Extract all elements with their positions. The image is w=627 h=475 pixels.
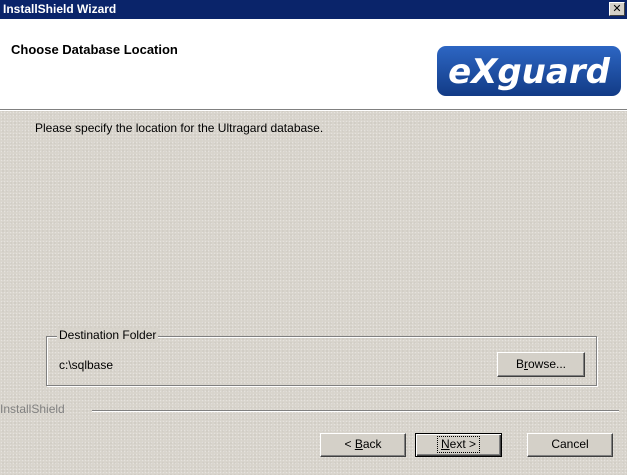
destination-path: c:\sqlbase [59,358,114,372]
page-title: Choose Database Location [11,42,178,57]
logo-text: eXguard [448,52,611,92]
close-icon: ✕ [612,3,622,15]
destination-folder-group: Destination Folder c:\sqlbase Browse... [46,328,597,386]
cancel-button[interactable]: Cancel [527,433,613,457]
destination-folder-label: Destination Folder [57,328,159,342]
window-title: InstallShield Wizard [3,2,117,16]
close-button[interactable]: ✕ [609,2,625,16]
installshield-brand-label: InstallShield [0,402,65,416]
wizard-header: Choose Database Location eXguard [0,19,627,109]
instruction-text: Please specify the location for the Ultr… [35,121,324,135]
browse-button[interactable]: Browse... [497,352,585,377]
title-bar: InstallShield Wizard ✕ [0,0,627,19]
footer-divider [92,410,619,412]
wizard-body: Please specify the location for the Ultr… [0,111,627,475]
back-button[interactable]: < Back [320,433,406,457]
exguard-logo: eXguard [437,46,621,96]
focus-rect: Next > [436,436,481,453]
next-button[interactable]: Next > [415,433,502,457]
installshield-wizard-window: InstallShield Wizard ✕ Choose Database L… [0,0,627,475]
